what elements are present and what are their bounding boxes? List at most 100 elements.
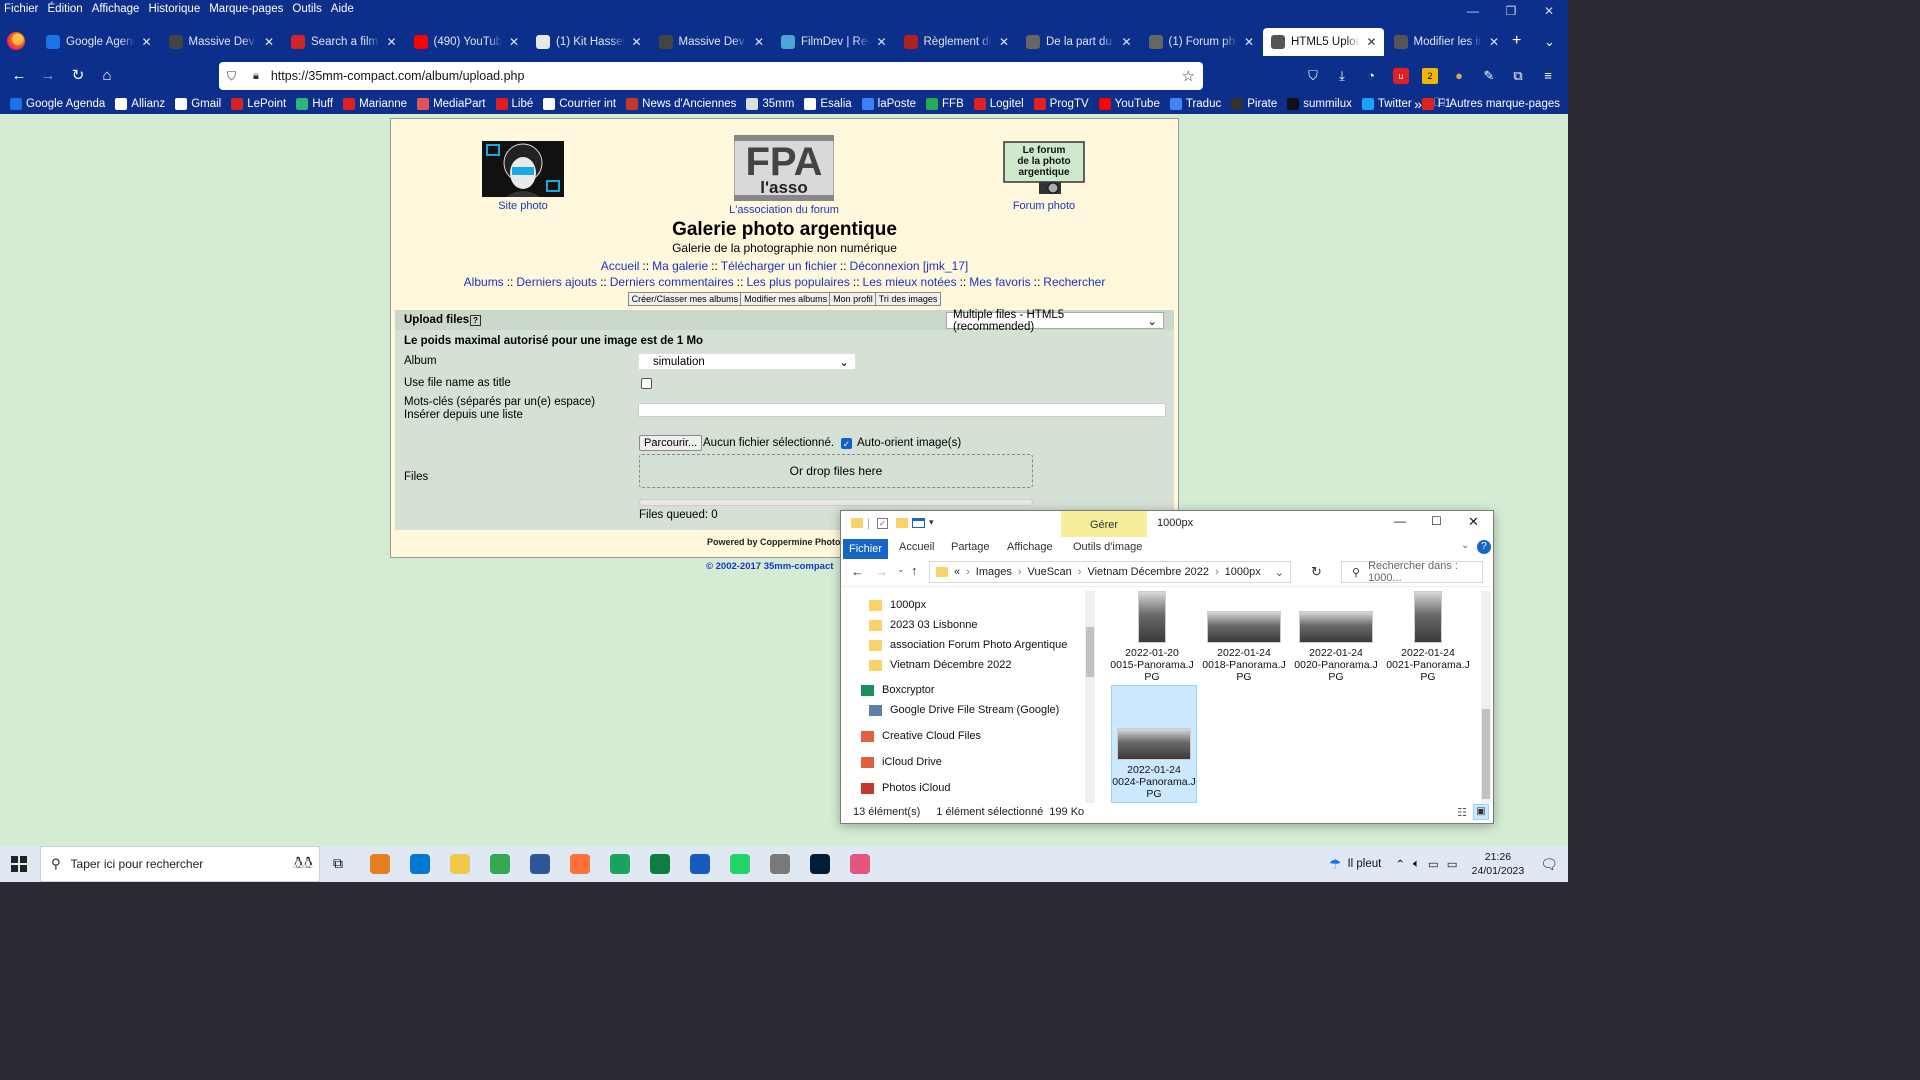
help-icon[interactable]: ? [470, 315, 481, 326]
refresh-icon[interactable]: ↻ [1311, 564, 1322, 580]
insert-list-link[interactable]: Insérer depuis une liste [404, 409, 523, 421]
details-view-icon[interactable]: ☷ [1457, 806, 1467, 819]
extension-badge-icon[interactable]: 2 [1422, 68, 1438, 84]
submenu-button[interactable]: Tri des images [874, 292, 942, 306]
network-icon[interactable]: ▭ [1428, 857, 1439, 871]
drop-zone[interactable]: Or drop files here [639, 454, 1033, 488]
files-scroll-thumb[interactable] [1482, 709, 1490, 799]
explorer-path[interactable]: « › Images › VueScan › Vietnam Décembre … [929, 561, 1291, 583]
path-vietnam[interactable]: Vietnam Décembre 2022 [1087, 566, 1208, 578]
bookmark-item[interactable]: Libé [495, 98, 533, 110]
copyright[interactable]: © 2002-2017 35mm-compact [706, 561, 833, 572]
close-window-button[interactable]: ✕ [1530, 0, 1568, 24]
notifications-icon[interactable]: 🗨︎ [1540, 856, 1558, 873]
quick-access-chevron-icon[interactable]: ▾ [929, 517, 934, 528]
url-bar[interactable]: ⛉ 🔒︎ https://35mm-compact.com/album/uplo… [219, 62, 1203, 90]
file-thumbnail[interactable]: 2022-01-24 0020-Panorama.J PG [1293, 591, 1379, 683]
battery-icon[interactable]: ▭ [1447, 857, 1458, 871]
bookmark-item[interactable]: YouTube [1098, 98, 1160, 110]
browser-tab[interactable]: Règlement du for✕ [896, 28, 1017, 56]
browser-tab[interactable]: De la part du CA ✕ [1018, 28, 1139, 56]
speaker-icon[interactable]: 🔈︎ [1413, 858, 1420, 871]
taskbar-app-icon[interactable] [850, 854, 870, 874]
weather-icon[interactable]: ☂ [1329, 856, 1342, 873]
tray-chevron-icon[interactable]: ⌃ [1395, 857, 1405, 871]
path-1000px[interactable]: 1000px [1225, 566, 1261, 578]
tree-item[interactable]: Creative Cloud Files [861, 730, 981, 742]
account-icon[interactable]: ◔ [1363, 68, 1379, 84]
tree-item[interactable]: Google Drive File Stream (Google) [869, 704, 1059, 716]
menu-item[interactable]: Affichage [92, 3, 140, 15]
powered-by[interactable]: Powered by Coppermine Photo G [707, 537, 850, 547]
nav-link[interactable]: Albums [464, 275, 504, 289]
submenu-button[interactable]: Modifier mes albums [740, 292, 832, 306]
task-view-icon[interactable]: ⧉ [333, 855, 343, 872]
tree-item[interactable]: iCloud Drive [861, 756, 942, 768]
taskbar-app-icon[interactable] [610, 854, 630, 874]
browser-tab[interactable]: Google Agenda - ✕ [38, 28, 159, 56]
clock[interactable]: 21:26 24/01/2023 [1472, 850, 1525, 878]
site-photo-logo[interactable]: Site photo [481, 141, 565, 212]
fpa-logo[interactable]: FPA l'asso L'association du forum [721, 134, 847, 216]
path-dropdown-icon[interactable]: ⌄ [1275, 566, 1284, 579]
taskbar-app-icon[interactable] [410, 854, 430, 874]
path-images[interactable]: Images [976, 566, 1012, 578]
nav-link[interactable]: Déconnexion [jmk_17] [850, 259, 969, 273]
bookmark-star-icon[interactable]: ☆ [1182, 67, 1195, 85]
files-scrollbar[interactable] [1481, 591, 1491, 803]
ublock-icon[interactable]: u [1393, 68, 1409, 84]
lock-icon[interactable]: 🔒︎ [253, 70, 259, 83]
ribbon-expand-icon[interactable]: ⌄ [1461, 540, 1469, 551]
new-tab-icon[interactable]: + [1512, 32, 1521, 50]
file-thumbnail[interactable]: 2022-01-24 0024-Panorama.J PG [1111, 685, 1197, 803]
menu-item[interactable]: Historique [148, 3, 200, 15]
browse-button[interactable]: Parcourir... [639, 435, 703, 451]
forum-logo-icon[interactable]: Le forum de la photo argentique [1003, 141, 1085, 197]
reload-icon[interactable]: ↻ [67, 66, 89, 86]
taskbar-search[interactable]: ⚲ Taper ici pour rechercher 🐧︎🐧︎ [40, 846, 320, 882]
close-tab-icon[interactable]: ✕ [996, 35, 1012, 49]
windows-start-icon[interactable] [11, 856, 27, 872]
bookmark-item[interactable]: 35mm [746, 98, 794, 110]
auto-orient-checkbox[interactable]: ✓ [841, 438, 852, 449]
submenu-button[interactable]: Créer/Classer mes albums [627, 292, 743, 306]
taskbar-app-icon[interactable] [530, 854, 550, 874]
nav-link[interactable]: Rechercher [1043, 275, 1105, 289]
bookmark-item[interactable]: laPoste [861, 98, 916, 110]
taskbar-app-icon[interactable] [450, 854, 470, 874]
url-text[interactable]: https://35mm-compact.com/album/upload.ph… [271, 69, 525, 83]
close-tab-icon[interactable]: ✕ [1119, 35, 1135, 49]
bookmark-item[interactable]: MediaPart [417, 98, 486, 110]
upload-mode-select[interactable]: Multiple files - HTML5 (recommended) ⌄ [946, 309, 1164, 333]
site-photo-link[interactable]: Site photo [481, 200, 565, 212]
properties-icon[interactable]: ✓ [877, 518, 888, 529]
bookmark-item[interactable]: ProgTV [1033, 98, 1089, 110]
explorer-search[interactable]: ⚲ Rechercher dans : 1000... [1341, 560, 1483, 584]
path-vuescan[interactable]: VueScan [1028, 566, 1072, 578]
menu-item[interactable]: Marque-pages [209, 3, 283, 15]
bookmark-item[interactable]: Esalia [804, 98, 852, 110]
taskbar-app-icon[interactable] [490, 854, 510, 874]
extension-2-icon[interactable]: ✎ [1481, 68, 1497, 84]
file-thumbnail[interactable]: 2022-01-20 0015-Panorama.J PG [1109, 591, 1195, 683]
penguins-icon[interactable]: 🐧︎🐧︎ [293, 855, 313, 875]
menu-item[interactable]: Fichier [4, 3, 39, 15]
extension-icon[interactable]: ● [1451, 68, 1467, 84]
nav-link[interactable]: Accueil [601, 259, 640, 273]
close-tab-icon[interactable]: ✕ [506, 35, 522, 49]
menu-item[interactable]: Aide [331, 3, 354, 15]
bookmark-item[interactable]: Logitel [973, 98, 1024, 110]
taskbar-app-icon[interactable] [690, 854, 710, 874]
bookmark-item[interactable]: LePoint [231, 98, 286, 110]
taskbar-app-icon[interactable] [770, 854, 790, 874]
close-tab-icon[interactable]: ✕ [139, 35, 155, 49]
bookmark-item[interactable]: summilux [1287, 98, 1352, 110]
tree-item[interactable]: 2023 03 Lisbonne [869, 619, 977, 631]
tree-scroll-thumb[interactable] [1086, 627, 1094, 677]
forward-icon[interactable]: → [37, 66, 59, 86]
tree-item[interactable]: Vietnam Décembre 2022 [869, 659, 1011, 671]
nav-link[interactable]: Les mieux notées [863, 275, 957, 289]
manage-tab[interactable]: Gérer [1061, 511, 1147, 537]
album-select[interactable]: simulation ⌄ [638, 353, 856, 370]
ribbon-tab-file[interactable]: Fichier [843, 539, 888, 559]
